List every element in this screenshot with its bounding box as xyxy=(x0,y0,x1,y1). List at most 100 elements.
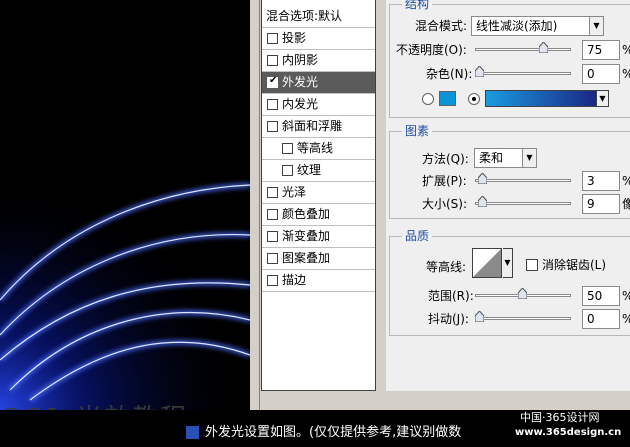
style-list-item[interactable]: 斜面和浮雕 xyxy=(262,116,375,138)
size-slider-thumb[interactable] xyxy=(478,196,488,207)
style-checkbox[interactable] xyxy=(282,143,293,154)
style-list-item[interactable]: 纹理 xyxy=(262,160,375,182)
style-checkbox[interactable] xyxy=(267,99,278,110)
opacity-unit: % xyxy=(622,42,630,58)
structure-title: 结构 xyxy=(402,0,433,11)
checkmark-icon: ✔ xyxy=(269,75,278,86)
spread-input[interactable]: 3 xyxy=(582,171,620,191)
opacity-label: 不透明度(O): xyxy=(396,43,467,57)
size-slider[interactable] xyxy=(475,196,571,207)
noise-slider[interactable] xyxy=(475,66,571,77)
style-list-item[interactable]: ✔ 外发光 xyxy=(262,72,375,94)
range-input[interactable]: 50 xyxy=(582,286,620,306)
quality-title: 品质 xyxy=(402,229,433,243)
blend-mode-value: 线性减淡(添加) xyxy=(476,19,558,33)
style-checkbox[interactable]: ✔ xyxy=(267,75,278,88)
style-list-item[interactable]: 内阴影 xyxy=(262,50,375,72)
caption-text: 外发光设置如图。(仅仅提供参考,建议别做数 xyxy=(205,425,462,440)
blend-options-item[interactable]: 混合选项:默认 xyxy=(262,6,375,28)
style-item-label: 渐变叠加 xyxy=(282,229,331,243)
contour-dropdown-button[interactable]: ▼ xyxy=(503,248,513,278)
opacity-slider[interactable] xyxy=(475,42,571,53)
style-checkbox[interactable] xyxy=(267,187,278,198)
jitter-slider-thumb[interactable] xyxy=(475,311,484,322)
spread-unit: % xyxy=(622,173,630,189)
chevron-down-icon: ▼ xyxy=(504,258,511,267)
method-label: 方法(Q): xyxy=(422,152,469,166)
spread-label: 扩展(P): xyxy=(422,174,467,188)
style-list-item[interactable]: 描边 xyxy=(262,270,375,292)
opacity-input[interactable]: 75 xyxy=(582,40,620,60)
blend-mode-label: 混合模式: xyxy=(415,19,468,33)
spread-slider-thumb[interactable] xyxy=(477,173,487,184)
noise-label: 杂色(N): xyxy=(426,67,473,81)
style-list-item[interactable]: 颜色叠加 xyxy=(262,204,375,226)
style-list: 混合选项:默认 投影内阴影 ✔ 外发光内发光斜面和浮雕等高线纹理光泽颜色叠加渐变叠加… xyxy=(261,0,376,391)
site-logo: 中国·365设计网 xyxy=(520,411,600,424)
spread-slider[interactable] xyxy=(475,173,571,184)
opacity-slider-thumb[interactable] xyxy=(538,42,548,53)
blend-options-label: 混合选项:默认 xyxy=(266,9,343,23)
anti-alias-checkbox[interactable] xyxy=(526,259,538,271)
artwork-canvas: OOL 光效教程 xyxy=(0,0,250,410)
style-list-item[interactable]: 等高线 xyxy=(262,138,375,160)
layer-style-dialog: 混合选项:默认 投影内阴影 ✔ 外发光内发光斜面和浮雕等高线纹理光泽颜色叠加渐变叠加… xyxy=(250,0,630,410)
style-item-label: 纹理 xyxy=(297,163,322,177)
jitter-input[interactable]: 0 xyxy=(582,309,620,329)
range-label: 范围(R): xyxy=(428,289,474,303)
glow-color-swatch[interactable] xyxy=(439,91,456,106)
size-unit: 像 xyxy=(622,197,630,211)
size-label: 大小(S): xyxy=(422,197,468,211)
outer-glow-panel: 结构 混合模式: 线性减淡(添加) ▼ 不透明度(O): 75 % 杂色(N):… xyxy=(386,0,630,391)
noise-unit: % xyxy=(622,66,630,82)
contour-preview[interactable] xyxy=(472,248,502,278)
dialog-edge xyxy=(250,0,260,410)
style-item-label: 投影 xyxy=(282,31,307,45)
style-list-item[interactable]: 内发光 xyxy=(262,94,375,116)
solid-color-radio[interactable] xyxy=(422,93,434,105)
site-url: www.365design.cn xyxy=(515,427,622,438)
style-list-item[interactable]: 投影 xyxy=(262,28,375,50)
style-checkbox[interactable] xyxy=(267,253,278,264)
noise-input[interactable]: 0 xyxy=(582,64,620,84)
watermark-text: OOL 光效教程 xyxy=(0,398,188,410)
jitter-slider[interactable] xyxy=(475,311,571,322)
style-checkbox[interactable] xyxy=(282,165,293,176)
method-select[interactable]: 柔和 ▼ xyxy=(474,148,537,168)
range-slider-thumb[interactable] xyxy=(517,288,527,299)
style-item-label: 光泽 xyxy=(282,185,307,199)
size-input[interactable]: 9 xyxy=(582,194,620,214)
noise-slider-thumb[interactable] xyxy=(475,66,484,77)
method-value: 柔和 xyxy=(479,151,504,165)
style-checkbox[interactable] xyxy=(267,33,278,44)
style-list-item[interactable]: 图案叠加 xyxy=(262,248,375,270)
style-item-label: 外发光 xyxy=(282,75,319,89)
style-item-label: 等高线 xyxy=(297,141,334,155)
contour-label: 等高线: xyxy=(426,260,467,274)
anti-alias-label: 消除锯齿(L) xyxy=(542,258,607,272)
contour-curve-icon xyxy=(473,249,501,277)
style-checkbox[interactable] xyxy=(267,231,278,242)
style-item-label: 颜色叠加 xyxy=(282,207,331,221)
chevron-down-icon: ▼ xyxy=(522,149,536,167)
style-list-item[interactable]: 渐变叠加 xyxy=(262,226,375,248)
light-streaks-graphic xyxy=(0,180,250,410)
style-checkbox[interactable] xyxy=(267,55,278,66)
gradient-radio[interactable] xyxy=(468,93,480,105)
style-checkbox[interactable] xyxy=(267,209,278,220)
range-slider[interactable] xyxy=(475,288,571,299)
style-checkbox[interactable] xyxy=(267,275,278,286)
style-item-label: 斜面和浮雕 xyxy=(282,119,343,133)
range-unit: % xyxy=(622,288,630,304)
elements-title: 图素 xyxy=(402,124,433,138)
style-item-label: 内发光 xyxy=(282,97,319,111)
blend-mode-select[interactable]: 线性减淡(添加) ▼ xyxy=(471,16,604,36)
glow-gradient-picker[interactable]: ▼ xyxy=(485,90,609,107)
style-list-item[interactable]: 光泽 xyxy=(262,182,375,204)
style-item-label: 图案叠加 xyxy=(282,251,331,265)
jitter-label: 抖动(J): xyxy=(428,312,469,326)
jitter-unit: % xyxy=(622,311,630,327)
chevron-down-icon: ▼ xyxy=(596,91,608,106)
chevron-down-icon: ▼ xyxy=(589,17,603,35)
style-checkbox[interactable] xyxy=(267,121,278,132)
